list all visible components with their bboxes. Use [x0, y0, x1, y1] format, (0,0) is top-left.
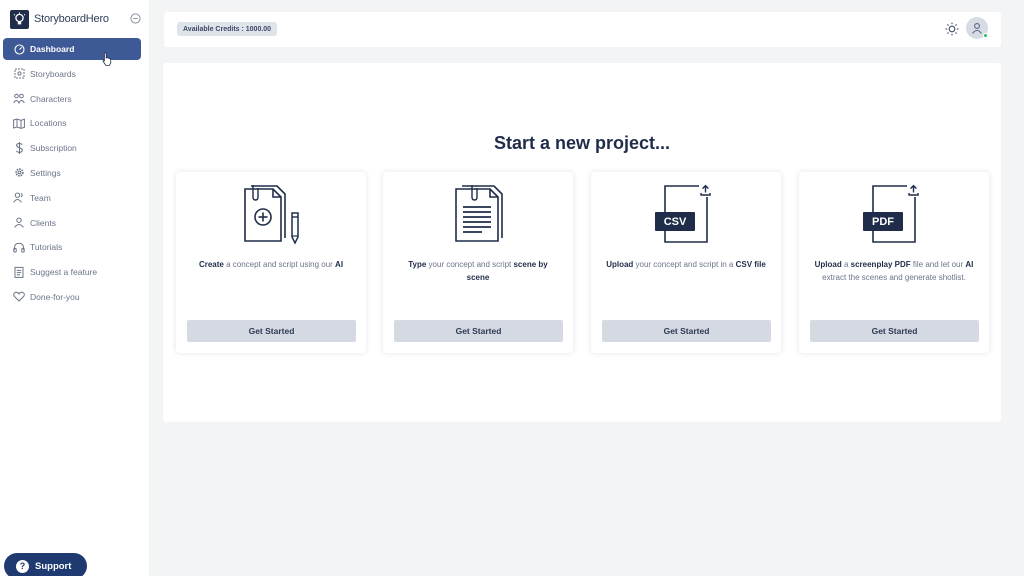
- sidebar-item-label: Team: [30, 192, 51, 203]
- sidebar-item-label: Characters: [30, 93, 72, 104]
- sidebar-item-dashboard[interactable]: Dashboard: [3, 38, 141, 60]
- card-description: Upload a screenplay PDF file and let our…: [814, 260, 974, 282]
- characters-icon: [13, 93, 25, 105]
- pdf-upload-icon: PDF: [863, 183, 925, 245]
- sidebar-item-suggest-feature[interactable]: Suggest a feature: [3, 261, 141, 283]
- collapse-sidebar-icon[interactable]: [129, 12, 142, 25]
- type-document-icon: [450, 183, 506, 250]
- sidebar-item-settings[interactable]: Settings: [3, 162, 141, 184]
- online-status-dot: [983, 33, 988, 38]
- brand[interactable]: StoryboardHero: [10, 8, 142, 30]
- sidebar-item-label: Suggest a feature: [30, 267, 98, 278]
- avatar[interactable]: [966, 17, 988, 39]
- credits-badge: Available Credits : 1000.00: [177, 22, 278, 36]
- page-title: Start a new project...: [493, 133, 671, 153]
- upload-pdf-card: PDF Upload a screenplay PDF file and let…: [799, 172, 989, 353]
- upload-csv-card: CSV Upload your concept and script in a …: [591, 172, 781, 353]
- heart-icon: [13, 291, 25, 303]
- clients-icon: [13, 217, 25, 229]
- create-document-icon: [237, 183, 305, 250]
- sidebar-item-label: Dashboard: [30, 44, 75, 54]
- sidebar-item-locations[interactable]: Locations: [3, 112, 141, 134]
- mouse-pointer-icon: [102, 52, 112, 66]
- sidebar-item-label: Clients: [30, 217, 56, 228]
- sidebar-item-label: Done-for-you: [30, 291, 80, 302]
- sidebar-item-done-for-you[interactable]: Done-for-you: [3, 286, 141, 308]
- storyboards-icon: [13, 68, 25, 80]
- sidebar-item-tutorials[interactable]: Tutorials: [3, 236, 141, 258]
- pdf-badge: PDF: [863, 212, 903, 231]
- sidebar-item-characters[interactable]: Characters: [3, 88, 141, 110]
- sidebar: StoryboardHero Dashboard Storyboards Cha…: [0, 0, 149, 576]
- sidebar-item-team[interactable]: Team: [3, 187, 141, 209]
- dollar-icon: [13, 142, 25, 155]
- sidebar-item-subscription[interactable]: Subscription: [3, 137, 141, 159]
- support-button[interactable]: ? Support: [4, 553, 87, 576]
- map-icon: [13, 117, 25, 129]
- get-started-button[interactable]: Get Started: [394, 320, 563, 342]
- sun-icon[interactable]: [944, 21, 960, 37]
- get-started-button[interactable]: Get Started: [187, 320, 356, 342]
- main-panel: Start a new project... Create a concept …: [163, 63, 1001, 422]
- get-started-button[interactable]: Get Started: [810, 320, 979, 342]
- brand-name: StoryboardHero: [34, 13, 109, 25]
- card-description: Type your concept and script scene by sc…: [408, 260, 548, 282]
- get-started-button[interactable]: Get Started: [602, 320, 771, 342]
- top-bar: Available Credits : 1000.00: [164, 12, 1001, 47]
- lightbulb-logo-icon: [10, 9, 29, 29]
- gear-icon: [13, 167, 25, 179]
- sidebar-item-label: Tutorials: [30, 242, 63, 253]
- csv-badge: CSV: [655, 212, 695, 231]
- sidebar-item-label: Storyboards: [30, 68, 76, 79]
- team-icon: [13, 192, 25, 204]
- sidebar-item-label: Subscription: [30, 143, 77, 154]
- dashboard-icon: [13, 43, 25, 55]
- sidebar-item-label: Locations: [30, 118, 67, 129]
- card-description: Create a concept and script using our AI: [198, 260, 344, 269]
- sidebar-item-label: Settings: [30, 167, 61, 178]
- sidebar-nav: Dashboard Storyboards Characters Locatio…: [3, 38, 141, 311]
- clipboard-icon: [13, 266, 25, 279]
- create-with-ai-card: Create a concept and script using our AI…: [176, 172, 366, 353]
- sidebar-item-clients[interactable]: Clients: [3, 212, 141, 234]
- user-icon: [972, 23, 982, 34]
- type-scene-by-scene-card: Type your concept and script scene by sc…: [383, 172, 573, 353]
- help-icon: ?: [16, 559, 29, 573]
- card-description: Upload your concept and script in a CSV …: [606, 260, 766, 269]
- headphones-icon: [13, 241, 25, 253]
- sidebar-item-storyboards[interactable]: Storyboards: [3, 63, 141, 85]
- support-label: Support: [35, 560, 72, 572]
- csv-upload-icon: CSV: [655, 183, 717, 245]
